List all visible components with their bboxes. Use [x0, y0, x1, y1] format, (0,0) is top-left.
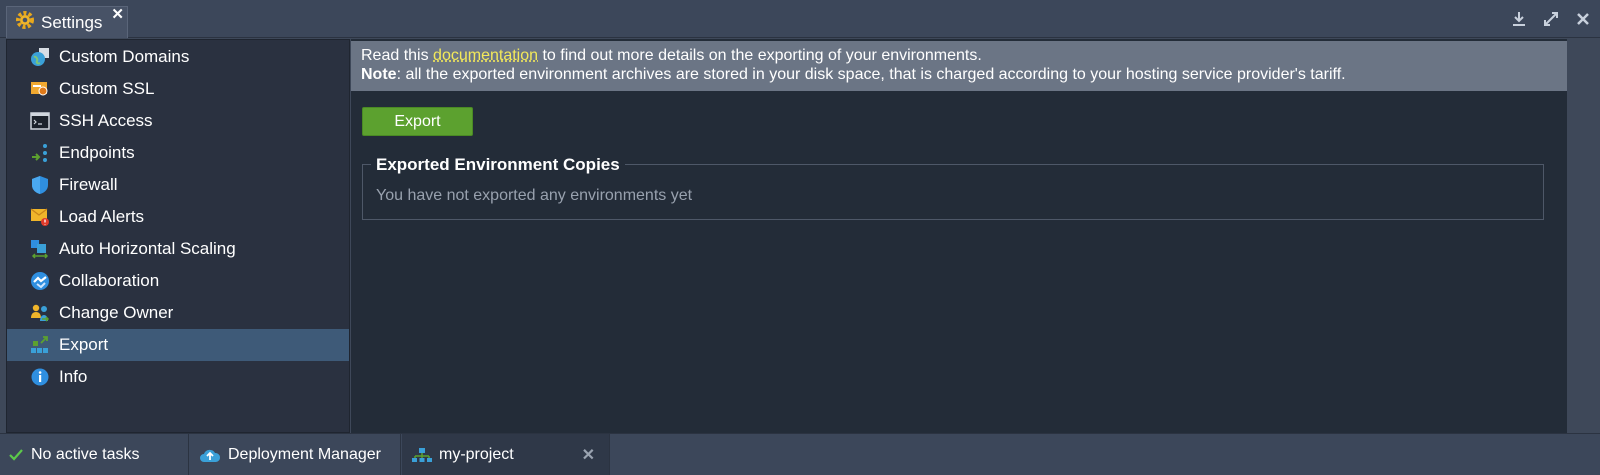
empty-state-text: You have not exported any environments y…	[376, 187, 693, 204]
exported-copies-group: Exported Environment Copies You have not…	[362, 155, 1544, 220]
info-notice: Read this documentation to find out more…	[351, 41, 1567, 91]
globe-icon	[29, 46, 51, 68]
sidebar-item-label: Auto Horizontal Scaling	[59, 239, 236, 258]
certificate-icon	[29, 78, 51, 100]
deployment-manager-label: Deployment Manager	[228, 446, 381, 463]
sidebar-item-endpoints[interactable]: Endpoints	[7, 137, 349, 169]
sidebar-item-label: Endpoints	[59, 143, 135, 162]
download-icon[interactable]	[1508, 8, 1530, 30]
task-status-label: No active tasks	[31, 446, 140, 463]
settings-sidebar: Custom Domains Custom SSL SSH Access End…	[6, 39, 350, 433]
expand-icon[interactable]	[1540, 8, 1562, 30]
sidebar-item-label: Custom SSL	[59, 79, 155, 98]
sidebar-item-export[interactable]: Export	[7, 329, 349, 361]
tab-deployment-manager[interactable]: Deployment Manager	[188, 434, 401, 475]
sidebar-item-collaboration[interactable]: Collaboration	[7, 265, 349, 297]
documentation-link[interactable]: documentation	[433, 47, 538, 64]
info-icon	[29, 366, 51, 388]
close-icon[interactable]: ✕	[582, 445, 595, 465]
close-icon[interactable]	[1572, 8, 1594, 30]
tab-settings[interactable]: Settings ✕	[6, 6, 128, 38]
alert-mail-icon	[29, 206, 51, 228]
endpoints-icon	[29, 142, 51, 164]
sidebar-item-ssh-access[interactable]: SSH Access	[7, 105, 349, 137]
sidebar-item-custom-domains[interactable]: Custom Domains	[7, 41, 349, 73]
task-bar: No active tasks Deployment Manager my-pr…	[0, 433, 1600, 475]
sidebar-item-load-alerts[interactable]: Load Alerts	[7, 201, 349, 233]
notice-line-2: Note: all the exported environment archi…	[361, 65, 1557, 84]
sidebar-item-change-owner[interactable]: Change Owner	[7, 297, 349, 329]
notice-prefix: Read this	[361, 47, 434, 64]
environment-icon	[412, 447, 432, 463]
sidebar-item-label: Export	[59, 335, 109, 354]
sidebar-item-info[interactable]: Info	[7, 361, 349, 393]
scaling-icon	[29, 238, 51, 260]
note-label: Note	[361, 66, 397, 83]
export-icon	[29, 334, 51, 356]
terminal-icon	[29, 110, 51, 132]
window-tools	[1508, 8, 1594, 30]
tab-my-project[interactable]: my-project ✕	[402, 434, 610, 475]
window-header: Settings ✕	[0, 0, 1600, 38]
note-text: : all the exported environment archives …	[396, 66, 1346, 83]
checkmark-icon	[8, 447, 24, 463]
notice-suffix: to find out more details on the exportin…	[538, 47, 982, 64]
export-button[interactable]: Export	[362, 107, 473, 136]
sidebar-item-label: Info	[59, 367, 88, 386]
exported-copies-title: Exported Environment Copies	[371, 155, 625, 175]
sidebar-item-label: SSH Access	[59, 111, 153, 130]
close-icon[interactable]: ✕	[111, 7, 124, 23]
shield-icon	[29, 174, 51, 196]
sidebar-item-auto-horizontal-scaling[interactable]: Auto Horizontal Scaling	[7, 233, 349, 265]
sidebar-item-firewall[interactable]: Firewall	[7, 169, 349, 201]
cloud-upload-icon	[199, 446, 221, 464]
sidebar-item-label: Collaboration	[59, 271, 160, 290]
sidebar-item-label: Change Owner	[59, 303, 174, 322]
gear-icon	[15, 10, 35, 35]
project-label: my-project	[439, 446, 514, 463]
handshake-icon	[29, 270, 51, 292]
task-status[interactable]: No active tasks	[8, 434, 139, 475]
sidebar-item-label: Firewall	[59, 175, 118, 194]
notice-line-1: Read this documentation to find out more…	[361, 46, 1557, 65]
sidebar-item-label: Load Alerts	[59, 207, 145, 226]
change-owner-icon	[29, 302, 51, 324]
export-panel: Read this documentation to find out more…	[351, 39, 1567, 433]
tab-title: Settings	[41, 12, 103, 32]
sidebar-item-label: Custom Domains	[59, 47, 190, 66]
sidebar-item-custom-ssl[interactable]: Custom SSL	[7, 73, 349, 105]
